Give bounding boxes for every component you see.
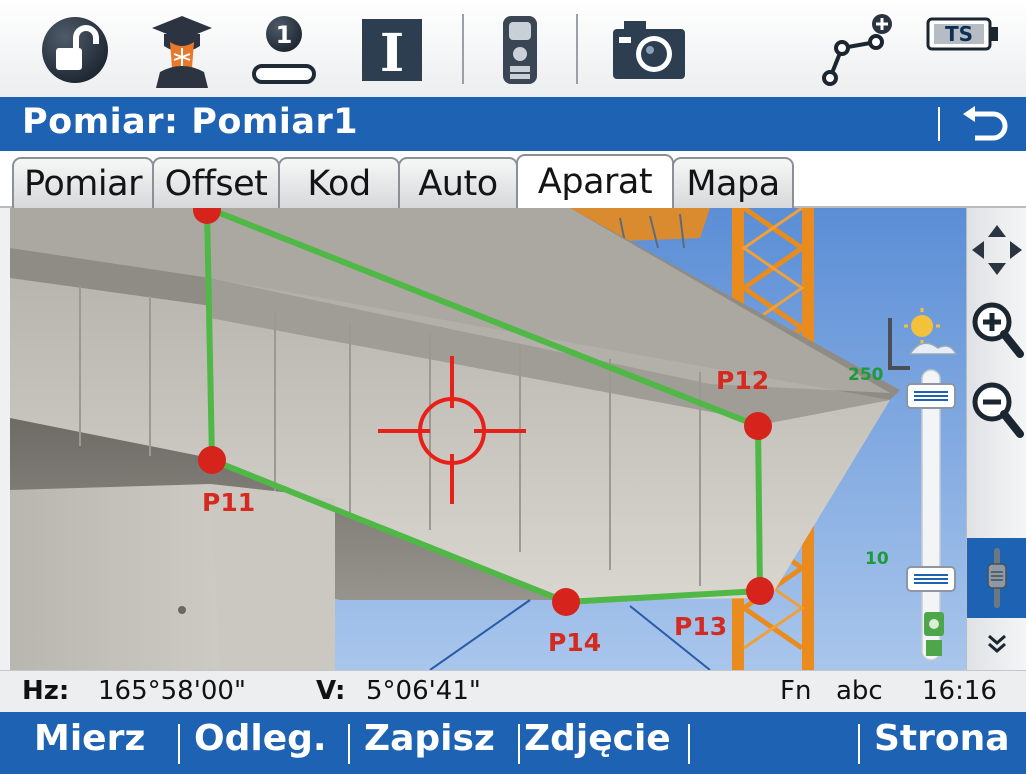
softkey-bar: Mierz Odleg. Zapisz Zdjęcie Strona <box>0 712 1026 774</box>
tab-offset[interactable]: Offset <box>152 157 280 208</box>
pillar-hole <box>178 606 186 614</box>
expand-down-button[interactable] <box>967 622 1026 666</box>
softkey-divider <box>178 724 180 764</box>
zoom-max-label: 250 <box>848 365 884 385</box>
toolbar-divider <box>462 14 464 84</box>
tab-aparat[interactable]: Aparat <box>516 154 674 208</box>
mierz-button[interactable]: Mierz <box>34 718 145 759</box>
zoom-in-icon <box>972 302 1024 358</box>
v-label: V: <box>316 676 346 706</box>
back-arrow-icon <box>963 106 1008 141</box>
zoom-out-button[interactable] <box>967 372 1026 448</box>
tab-mapa[interactable]: Mapa <box>672 157 794 208</box>
single-measurement-icon[interactable]: 1 <box>244 8 324 92</box>
page-title: Pomiar: Pomiar1 <box>22 102 359 142</box>
focus-slider-button[interactable] <box>967 538 1026 618</box>
softkey-divider <box>858 724 860 764</box>
pan-button[interactable] <box>967 216 1026 284</box>
title-bar: Pomiar: Pomiar1 <box>0 97 1026 151</box>
v-value: 5°06'41" <box>366 676 481 706</box>
hz-label: Hz: <box>22 676 70 706</box>
status-bar: Hz: 165°58'00" V: 5°06'41" Fn abc 16:16 <box>0 670 1026 712</box>
fn-indicator[interactable]: Fn <box>780 676 811 706</box>
zdjecie-button[interactable]: Zdjęcie <box>524 718 671 759</box>
zoom-min-label: 10 <box>865 549 889 569</box>
point-marker-p14[interactable] <box>552 588 580 616</box>
single-badge: 1 <box>276 21 293 49</box>
zoom-out-icon <box>972 382 1024 438</box>
softkey-divider <box>518 724 520 764</box>
add-line-icon[interactable] <box>818 8 898 92</box>
tab-kod[interactable]: Kod <box>278 157 400 208</box>
hz-value: 165°58'00" <box>98 676 246 706</box>
battery-icon: TS <box>926 14 1002 54</box>
softkey-divider <box>688 724 690 764</box>
camera-view[interactable]: P11 P12 P13 P14 250 10 <box>10 208 966 670</box>
back-button[interactable] <box>950 99 1022 149</box>
tab-bar: Pomiar Offset Kod Auto Aparat Mapa <box>0 151 1026 208</box>
point-label-p13: P13 <box>674 612 727 641</box>
point-label-p11: P11 <box>202 488 255 517</box>
info-icon[interactable]: I <box>356 8 428 92</box>
zapisz-button[interactable]: Zapisz <box>364 718 495 759</box>
pan-arrows-icon <box>972 225 1022 275</box>
point-label-p14: P14 <box>548 628 601 657</box>
total-station-icon[interactable] <box>490 8 550 92</box>
toolbar-divider <box>576 14 578 84</box>
top-toolbar: 1 I TS <box>0 0 1026 97</box>
unlock-icon[interactable] <box>36 8 114 92</box>
tab-label: Pomiar <box>24 163 142 204</box>
expand-down-icon <box>988 634 1006 653</box>
tab-auto[interactable]: Auto <box>398 157 518 208</box>
tab-pomiar[interactable]: Pomiar <box>12 157 154 208</box>
focus-slider-icon <box>987 548 1007 608</box>
battery-label: TS <box>945 22 973 46</box>
device-screen: 1 I TS Pomiar: Pomiar1 Pomiar Offset Kod… <box>0 0 1026 774</box>
point-marker-p12[interactable] <box>744 412 772 440</box>
tab-label: Mapa <box>686 163 780 204</box>
input-mode-indicator[interactable]: abc <box>836 676 883 706</box>
softkey-divider <box>348 724 350 764</box>
side-panel <box>966 208 1026 670</box>
zoom-in-button[interactable] <box>967 292 1026 368</box>
info-letter: I <box>380 23 404 84</box>
instrument-status-icon <box>924 612 944 656</box>
clock: 16:16 <box>922 676 997 706</box>
surveyor-profile-icon[interactable] <box>142 8 222 92</box>
point-marker-p11[interactable] <box>198 446 226 474</box>
title-divider <box>938 107 940 141</box>
tab-label: Offset <box>164 163 268 204</box>
camera-icon[interactable] <box>608 8 690 92</box>
odleg-button[interactable]: Odleg. <box>194 718 327 759</box>
tab-label: Kod <box>307 163 371 204</box>
tab-label: Auto <box>418 163 498 204</box>
point-marker-p13[interactable] <box>746 577 774 605</box>
strona-button[interactable]: Strona <box>874 718 1010 759</box>
point-label-p12: P12 <box>716 366 769 395</box>
tab-label: Aparat <box>537 162 653 202</box>
